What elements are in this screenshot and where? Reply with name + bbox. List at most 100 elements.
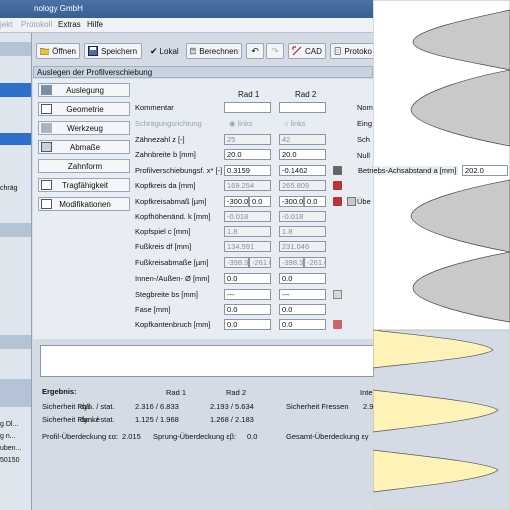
left-item[interactable]: g Dl... [0, 421, 18, 428]
left-selected-item[interactable] [0, 83, 31, 97]
zaehnezahl-rad1-input[interactable]: 25 [224, 134, 271, 145]
left-band [0, 393, 31, 407]
zaehnezahl-rad2-input[interactable]: 42 [279, 134, 326, 145]
zahnbreite-rad1-input[interactable]: 20.0 [224, 149, 271, 160]
nav-abmasse[interactable]: Abmaße [38, 140, 130, 154]
menu-item-protokoll[interactable]: Protokoll [21, 20, 52, 29]
menu-item-extras[interactable]: Extras [58, 20, 81, 29]
kopfhoehen-rad2-input[interactable]: -0.018 [279, 211, 326, 222]
left-band [0, 379, 31, 393]
open-button[interactable]: Öffnen [36, 43, 80, 59]
zahnbreite-rad2-input[interactable]: 20.0 [279, 149, 326, 160]
profilver-rad2-input[interactable]: -0.1462 [279, 165, 326, 176]
kommentar-rad1-input[interactable] [224, 102, 271, 113]
label-fusskreisabmasse: Fußkreisabmaße [µm] [135, 258, 209, 267]
label-stegbreite: Stegbreite bs [mm] [135, 290, 198, 299]
left-item[interactable]: 50150 [0, 457, 19, 464]
fusskreis-rad2-input[interactable]: 231.046 [279, 241, 326, 252]
label-ueber: Übe [357, 197, 371, 206]
label-schraegungsrichtung: Schrägungsrichtung [135, 119, 202, 128]
lock-icon[interactable] [333, 197, 342, 206]
menu-item-hilfe[interactable]: Hilfe [87, 20, 103, 29]
warning-icon[interactable] [333, 290, 342, 299]
redo-icon: ↷ [271, 45, 279, 56]
innen-rad1-input[interactable]: 0.0 [224, 273, 271, 284]
fusskreis-rad1-input[interactable]: 134.591 [224, 241, 271, 252]
panel-title: Auslegen der Profilverschiebung [37, 68, 153, 77]
sprung-ueberdeckung-label: Sprung-Überdeckung εβ: [153, 432, 237, 441]
undo-button[interactable]: ↶ [246, 43, 264, 59]
kopfspiel-rad1-input[interactable]: 1.8 [224, 226, 271, 237]
stegbreite-rad1-input[interactable]: --- [224, 289, 271, 300]
profil-ueberdeckung-value: 2.015 [122, 432, 141, 441]
notes-field[interactable] [40, 345, 374, 377]
window-title: nology GmbH [34, 4, 83, 13]
protocol-button[interactable]: Protoko [330, 43, 376, 59]
left-band [0, 335, 31, 349]
redo-button[interactable]: ↷ [266, 43, 284, 59]
label-nom: Nom [357, 103, 373, 112]
nav-modifikationen[interactable]: Modifikationen [38, 197, 130, 211]
results-col-rad2: Rad 2 [226, 388, 247, 397]
cad-button[interactable]: CAD [288, 43, 326, 59]
folder-icon [40, 47, 50, 55]
gear-tooth [373, 389, 499, 433]
fusskreisabmasse-rad2-upper-input[interactable]: -398.3 [279, 257, 304, 268]
fusskreisabmasse-rad1-lower-input[interactable]: -261.0 [249, 257, 271, 268]
fusskreisabmasse-rad2-lower-input[interactable]: -261.0 [304, 257, 326, 268]
nav-tragfaehigkeit[interactable]: Tragfähigkeit [38, 178, 130, 192]
fase-rad2-input[interactable]: 0.0 [279, 304, 326, 315]
stegbreite-rad2-input[interactable]: --- [279, 289, 326, 300]
menu-item-projekt[interactable]: jekt [0, 20, 12, 29]
nav-geometrie[interactable]: Geometrie [38, 102, 130, 116]
kopfhoehen-rad1-input[interactable]: -0.018 [224, 211, 271, 222]
innen-rad2-input[interactable]: 0.0 [279, 273, 326, 284]
calculate-button[interactable]: Berechnen [186, 43, 242, 59]
label-fase: Fase [mm] [135, 305, 171, 314]
kopfkanten-rad1-input[interactable]: 0.0 [224, 319, 271, 330]
kopfkreisabmass-rad2-lower-input[interactable]: 0.0 [304, 196, 326, 207]
profilver-rad1-input[interactable]: 0.3159 [224, 165, 271, 176]
kommentar-rad2-input[interactable] [279, 102, 326, 113]
kopfkreisabmass-rad1-upper-input[interactable]: -300.0 [224, 196, 249, 207]
sh-rad2: 1.268 / 2.183 [210, 415, 254, 424]
kopfkreis-rad2-input[interactable]: 265.809 [279, 180, 326, 191]
left-selected-item-2[interactable] [0, 133, 31, 145]
results-panel: Ergebnis: Rad 1 Rad 2 Inte Sicherheit Fu… [38, 383, 374, 443]
local-checkbox[interactable]: ✔ Lokal [146, 43, 184, 59]
undo-icon: ↶ [251, 45, 259, 56]
edge-icon[interactable] [333, 320, 342, 329]
left-panel: chräg g Dl... g n... uben... 50150 [0, 33, 32, 510]
label-profilverschiebung: Profilverschiebungsf. x* [-] [135, 166, 223, 175]
center-distance-input[interactable]: 202.0 [462, 165, 508, 176]
save-icon [88, 46, 98, 56]
kopfkanten-rad2-input[interactable]: 0.0 [279, 319, 326, 330]
kopfspiel-rad2-input[interactable]: 1.8 [279, 226, 326, 237]
form-area: Auslegung Geometrie Werkzeug Abmaße Zahn… [33, 79, 373, 339]
label-kopfkreisabmass: Kopfkreisabmaß [µm] [135, 197, 207, 206]
left-item[interactable]: g n... [0, 433, 16, 440]
label-kommentar: Kommentar [135, 103, 174, 112]
fusskreisabmasse-rad1-upper-input[interactable]: -398.3 [224, 257, 249, 268]
lock-icon[interactable] [333, 181, 342, 190]
nav-werkzeug[interactable]: Werkzeug [38, 121, 130, 135]
nav-zahnform[interactable]: Zahnform [38, 159, 130, 173]
kopfkreisabmass-rad1-lower-input[interactable]: 0.0 [249, 196, 271, 207]
results-title: Ergebnis: [42, 387, 77, 396]
calculator-icon[interactable] [333, 166, 342, 175]
calculator-icon [190, 47, 197, 55]
sfr-label: Sicherheit Fressen [286, 402, 349, 411]
left-item[interactable]: uben... [0, 445, 21, 452]
radio-icon: ◉ [229, 119, 238, 128]
schraeg-rad1-radio[interactable]: ◉ links [229, 119, 253, 128]
nav-auslegung[interactable]: Auslegung [38, 83, 130, 97]
left-item-schraeg[interactable]: chräg [0, 185, 18, 192]
save-button[interactable]: Speichern [84, 43, 142, 59]
fase-rad1-input[interactable]: 0.0 [224, 304, 271, 315]
kopfkreisabmass-rad2-upper-input[interactable]: -300.0 [279, 196, 304, 207]
kopfkreis-rad1-input[interactable]: 169.254 [224, 180, 271, 191]
settings-icon[interactable] [347, 197, 356, 206]
label-kopfspiel: Kopfspiel c [mm] [135, 227, 191, 236]
schraeg-rad2-radio[interactable]: ○ links [284, 119, 306, 128]
sf-kind: dyn. / stat. [80, 402, 115, 411]
